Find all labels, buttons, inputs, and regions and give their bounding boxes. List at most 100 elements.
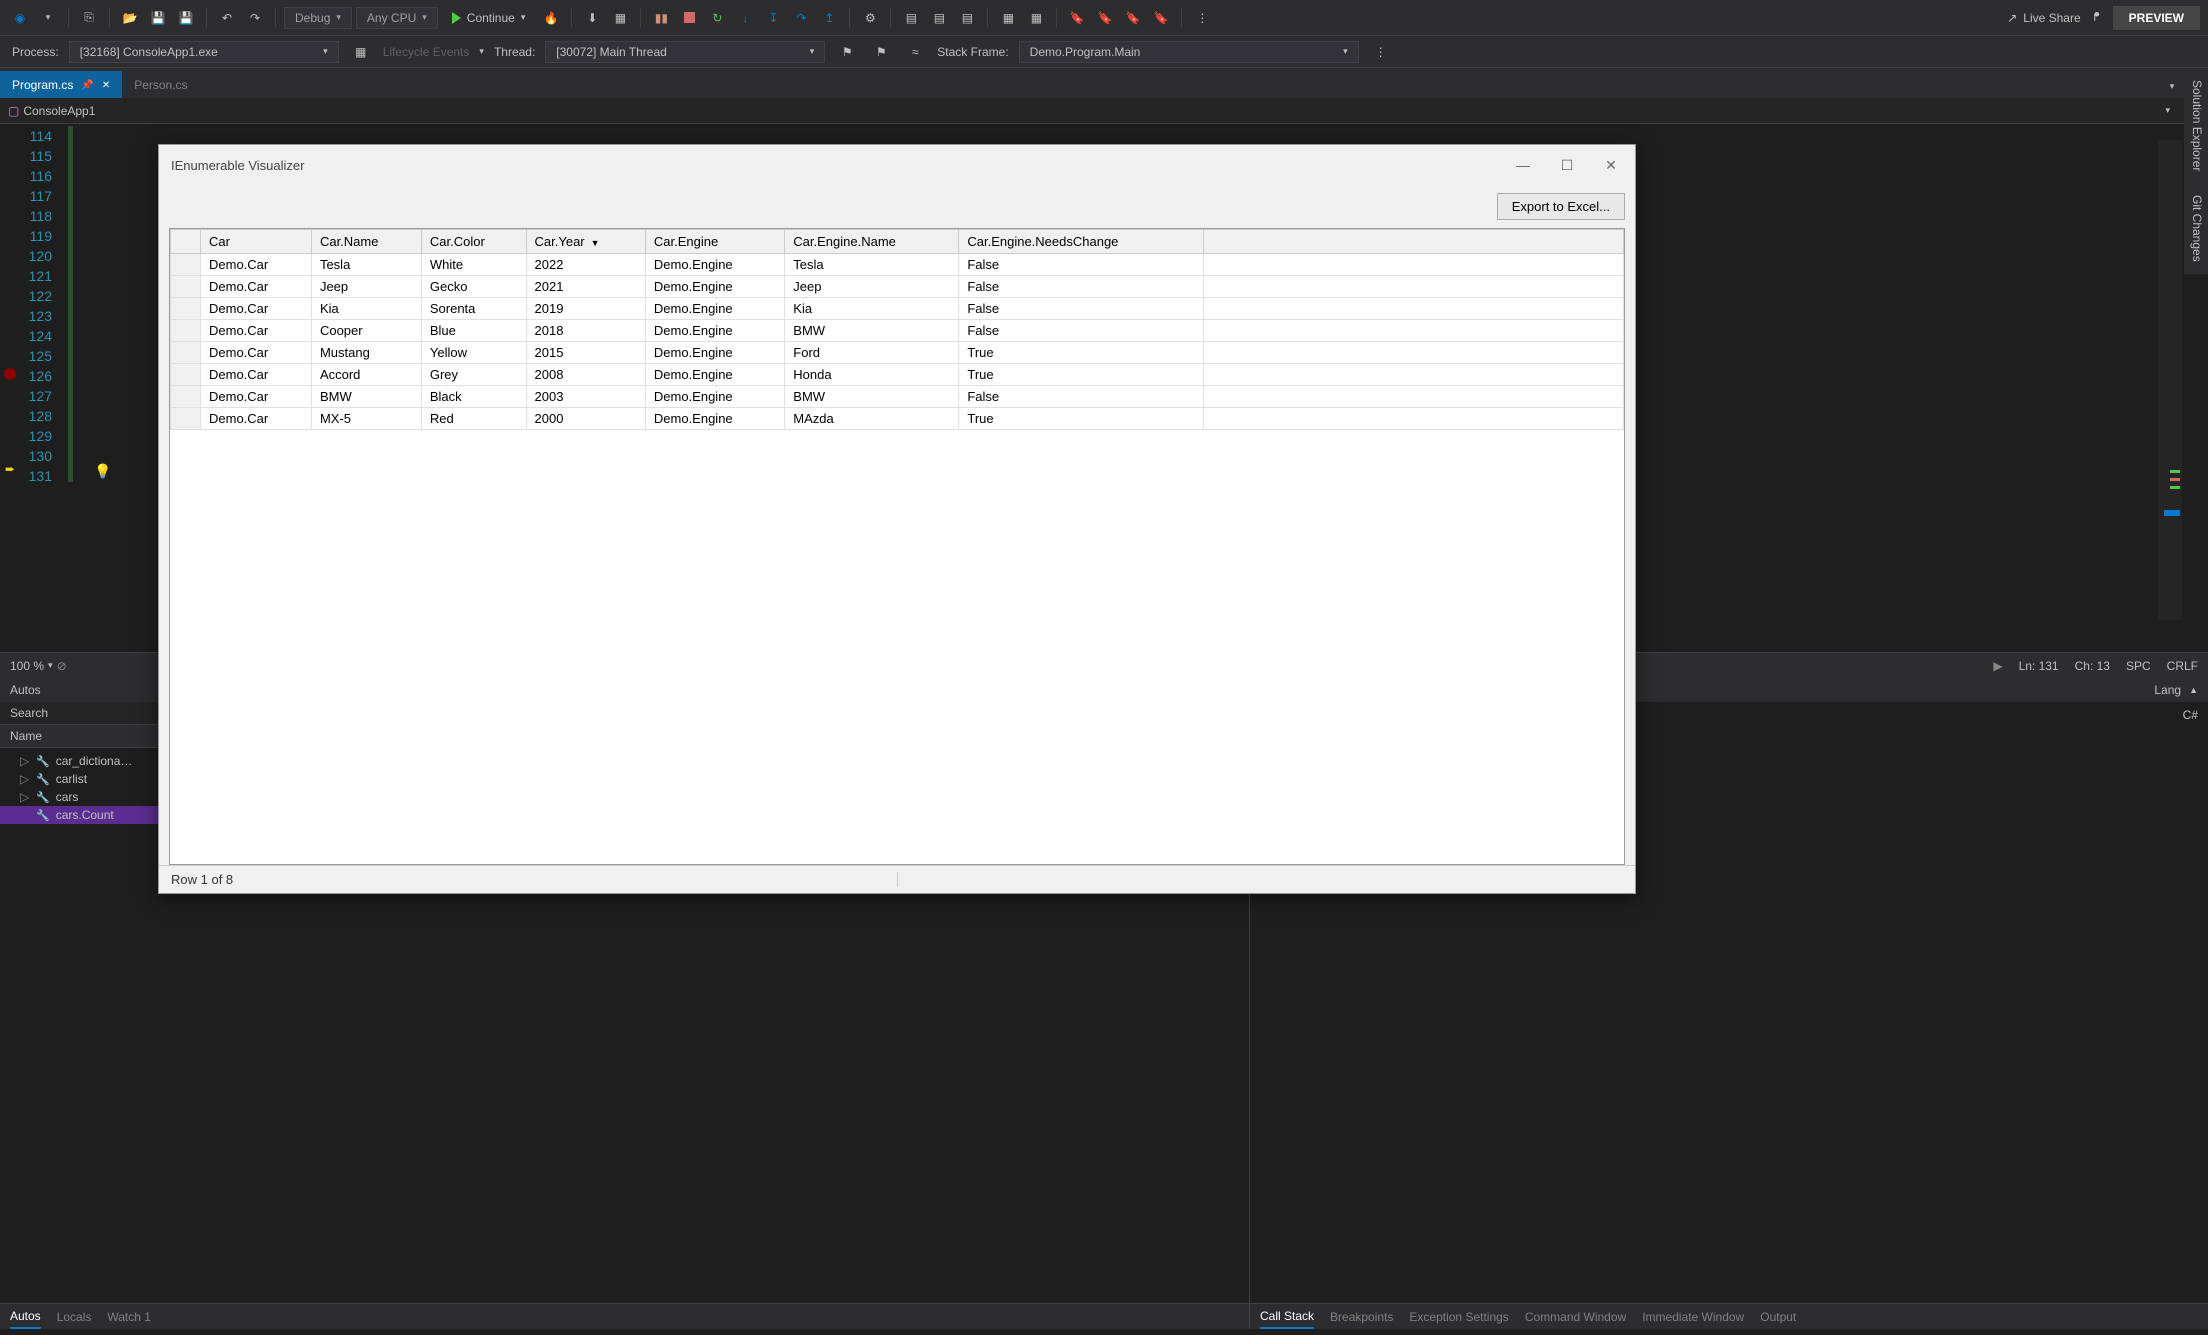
table-row[interactable]: Demo.CarBMWBlack2003Demo.EngineBMWFalse <box>171 386 1624 408</box>
tab-command-window[interactable]: Command Window <box>1525 1306 1626 1328</box>
configuration-dropdown[interactable]: Debug▾ <box>284 7 352 29</box>
table-cell[interactable]: Tesla <box>785 254 959 276</box>
new-project-icon[interactable]: ⎘ <box>77 6 101 30</box>
window-icon[interactable]: ▤ <box>955 6 979 30</box>
breakpoint-gutter[interactable]: ➨ <box>0 124 20 652</box>
table-cell[interactable]: True <box>959 364 1204 386</box>
visualizer-titlebar[interactable]: IEnumerable Visualizer — ☐ ✕ <box>159 145 1635 185</box>
intellitrace-icon[interactable]: ⚙ <box>858 6 882 30</box>
table-cell[interactable]: Kia <box>311 298 421 320</box>
tab-immediate-window[interactable]: Immediate Window <box>1642 1306 1744 1328</box>
table-cell[interactable]: Demo.Engine <box>645 364 784 386</box>
table-cell[interactable]: Demo.Car <box>201 320 312 342</box>
column-header[interactable]: Car.Year <box>526 230 645 254</box>
table-cell[interactable]: Demo.Engine <box>645 342 784 364</box>
dropdown-icon[interactable]: ▾ <box>2160 74 2184 98</box>
column-header[interactable]: Car.Color <box>421 230 526 254</box>
table-row[interactable]: Demo.CarCooperBlue2018Demo.EngineBMWFals… <box>171 320 1624 342</box>
column-header[interactable]: Car.Engine.NeedsChange <box>959 230 1204 254</box>
thread-dropdown[interactable]: [30072] Main Thread▾ <box>545 41 825 63</box>
restart-icon[interactable]: ↻ <box>705 6 729 30</box>
table-cell[interactable]: Tesla <box>311 254 421 276</box>
bookmark-clear-icon[interactable]: 🔖 <box>1149 6 1173 30</box>
table-cell[interactable]: True <box>959 342 1204 364</box>
table-cell[interactable]: False <box>959 386 1204 408</box>
table-cell[interactable]: 2015 <box>526 342 645 364</box>
table-cell[interactable]: Ford <box>785 342 959 364</box>
undo-icon[interactable]: ↶ <box>215 6 239 30</box>
column-header[interactable]: Car.Engine.Name <box>785 230 959 254</box>
line-indicator[interactable]: Ln: 131 <box>2019 659 2059 673</box>
table-cell[interactable]: Grey <box>421 364 526 386</box>
close-button[interactable]: ✕ <box>1599 153 1623 177</box>
step-out-icon[interactable]: ↥ <box>817 6 841 30</box>
indent-indicator[interactable]: SPC <box>2126 659 2151 673</box>
table-cell[interactable]: True <box>959 408 1204 430</box>
feedback-icon[interactable]: ᖰ <box>2085 6 2109 30</box>
hot-reload-icon[interactable]: 🔥 <box>539 6 563 30</box>
breakpoint-marker[interactable] <box>4 368 16 380</box>
table-cell[interactable]: Demo.Engine <box>645 386 784 408</box>
platform-dropdown[interactable]: Any CPU▾ <box>356 7 438 29</box>
table-cell[interactable]: MAzda <box>785 408 959 430</box>
tab-solution-explorer[interactable]: Solution Explorer <box>2184 68 2208 183</box>
table-cell[interactable]: BMW <box>785 386 959 408</box>
table-cell[interactable]: Mustang <box>311 342 421 364</box>
thread-icon[interactable]: ▦ <box>608 6 632 30</box>
table-cell[interactable]: Blue <box>421 320 526 342</box>
table-cell[interactable]: Demo.Car <box>201 342 312 364</box>
lifecycle-caret[interactable]: ▾ <box>479 46 484 57</box>
tab-program-cs[interactable]: Program.cs 📌 ✕ <box>0 71 122 98</box>
table-row[interactable]: Demo.CarMX-5Red2000Demo.EngineMAzdaTrue <box>171 408 1624 430</box>
table-cell[interactable]: 2000 <box>526 408 645 430</box>
stop-icon[interactable] <box>677 6 701 30</box>
table-cell[interactable]: 2003 <box>526 386 645 408</box>
table-cell[interactable]: 2022 <box>526 254 645 276</box>
table-cell[interactable]: Accord <box>311 364 421 386</box>
table-cell[interactable]: Demo.Engine <box>645 320 784 342</box>
column-header[interactable]: Car.Engine <box>645 230 784 254</box>
table-cell[interactable]: Demo.Engine <box>645 254 784 276</box>
table-row[interactable]: Demo.CarJeepGecko2021Demo.EngineJeepFals… <box>171 276 1624 298</box>
column-header[interactable]: Car <box>201 230 312 254</box>
tab-autos[interactable]: Autos <box>10 1305 41 1329</box>
nav-back-icon[interactable]: ◉ <box>8 6 32 30</box>
pin-icon[interactable]: 📌 <box>81 80 93 91</box>
table-cell[interactable]: 2018 <box>526 320 645 342</box>
pause-icon[interactable]: ▮▮ <box>649 6 673 30</box>
open-icon[interactable]: 📂 <box>118 6 142 30</box>
table-cell[interactable]: White <box>421 254 526 276</box>
table-row[interactable]: Demo.CarKiaSorenta2019Demo.EngineKiaFals… <box>171 298 1624 320</box>
table-cell[interactable]: Sorenta <box>421 298 526 320</box>
sort-icon[interactable]: ▲ <box>2189 685 2198 695</box>
minimize-button[interactable]: — <box>1511 153 1535 177</box>
tab-git-changes[interactable]: Git Changes <box>2184 183 2208 274</box>
column-header[interactable]: Car.Name <box>311 230 421 254</box>
tab-exception-settings[interactable]: Exception Settings <box>1409 1306 1508 1328</box>
table-row[interactable]: Demo.CarTeslaWhite2022Demo.EngineTeslaFa… <box>171 254 1624 276</box>
table-cell[interactable]: BMW <box>785 320 959 342</box>
table-cell[interactable]: Red <box>421 408 526 430</box>
tab-output[interactable]: Output <box>1760 1306 1796 1328</box>
bookmark-prev-icon[interactable]: 🔖 <box>1093 6 1117 30</box>
save-icon[interactable]: 💾 <box>146 6 170 30</box>
flag-icon[interactable]: ⚑ <box>835 40 859 64</box>
table-cell[interactable]: Demo.Engine <box>645 408 784 430</box>
maximize-button[interactable]: ☐ <box>1555 153 1579 177</box>
table-cell[interactable]: 2019 <box>526 298 645 320</box>
table-cell[interactable]: False <box>959 298 1204 320</box>
tab-locals[interactable]: Locals <box>57 1306 92 1328</box>
continue-button[interactable]: Continue ▾ <box>442 8 536 28</box>
preview-button[interactable]: PREVIEW <box>2113 6 2200 30</box>
redo-icon[interactable]: ↷ <box>243 6 267 30</box>
step-over-icon[interactable]: ↷ <box>789 6 813 30</box>
lang-column[interactable]: Lang <box>2154 683 2181 697</box>
lightbulb-icon[interactable]: 💡 <box>94 463 111 480</box>
zoom-control[interactable]: 100 % ▾ ⊘ <box>10 659 67 673</box>
table-cell[interactable]: Gecko <box>421 276 526 298</box>
table-cell[interactable]: Demo.Car <box>201 364 312 386</box>
table-cell[interactable]: Jeep <box>311 276 421 298</box>
window-icon[interactable]: ▤ <box>927 6 951 30</box>
scroll-arrow-icon[interactable]: ▶ <box>1993 659 2002 673</box>
step-into-icon[interactable]: ↧ <box>761 6 785 30</box>
